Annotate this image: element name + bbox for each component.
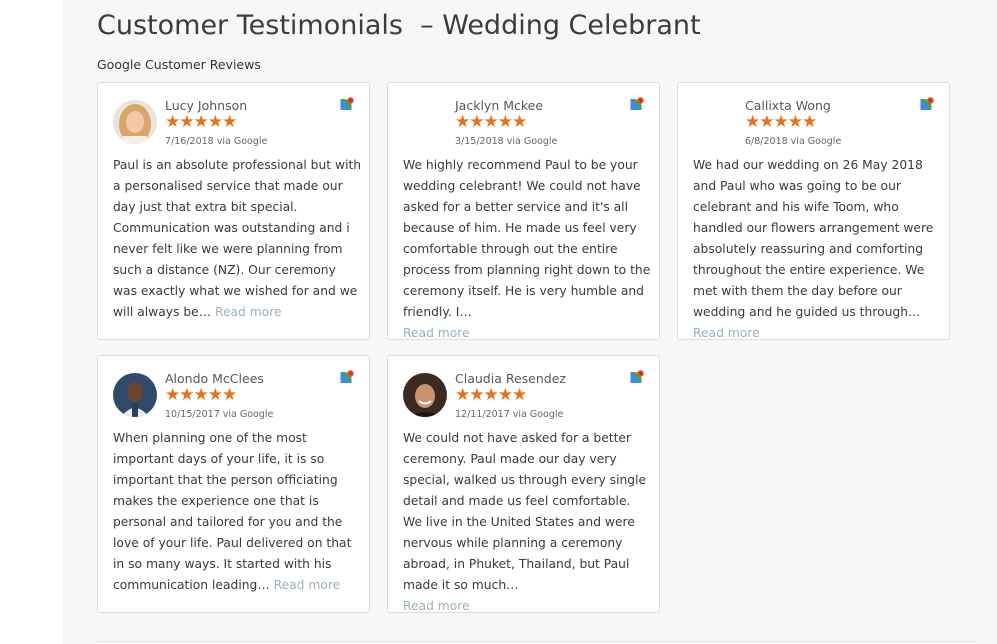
review-body: Paul is an absolute professional but wit…: [113, 158, 362, 319]
read-more-link[interactable]: Read more: [403, 323, 653, 344]
google-maps-icon[interactable]: [920, 97, 934, 111]
star-rating: ★★★★★: [455, 385, 527, 405]
google-maps-icon[interactable]: [340, 97, 354, 111]
review-card: Jacklyn Mckee ★★★★★ 3/15/2018 via Google…: [387, 82, 660, 340]
review-body: We could not have asked for a better cer…: [403, 431, 647, 592]
review-text: Paul is an absolute professional but wit…: [113, 155, 363, 323]
reviewer-name[interactable]: Lucy Johnson: [165, 98, 247, 113]
review-card: Callixta Wong ★★★★★ 6/8/2018 via Google …: [677, 82, 950, 340]
review-date: 7/16/2018 via Google: [165, 136, 268, 147]
review-body: We had our wedding on 26 May 2018 and Pa…: [693, 158, 934, 319]
page-title: Customer Testimonials – Wedding Celebran…: [97, 10, 701, 41]
section-divider: [97, 641, 977, 642]
review-date: 3/15/2018 via Google: [455, 136, 558, 147]
review-card: Alondo McClees ★★★★★ 10/15/2017 via Goog…: [97, 355, 370, 613]
review-card: Lucy Johnson ★★★★★ 7/16/2018 via Google …: [97, 82, 370, 340]
avatar[interactable]: [113, 100, 157, 144]
star-rating: ★★★★★: [165, 385, 237, 405]
google-maps-icon[interactable]: [340, 370, 354, 384]
review-text: We highly recommend Paul to be your wedd…: [403, 155, 653, 344]
avatar[interactable]: [113, 373, 157, 417]
read-more-link[interactable]: Read more: [274, 578, 341, 592]
read-more-link[interactable]: Read more: [693, 326, 760, 340]
google-maps-icon[interactable]: [630, 370, 644, 384]
review-card: Claudia Resendez ★★★★★ 12/11/2017 via Go…: [387, 355, 660, 613]
star-rating: ★★★★★: [745, 112, 817, 132]
reviewer-name[interactable]: Jacklyn Mckee: [455, 98, 543, 113]
review-date: 10/15/2017 via Google: [165, 409, 274, 420]
read-more-link[interactable]: Read more: [403, 596, 653, 617]
avatar[interactable]: [403, 373, 447, 417]
read-more-link[interactable]: Read more: [215, 305, 282, 319]
review-body: We highly recommend Paul to be your wedd…: [403, 158, 651, 319]
reviewer-name[interactable]: Callixta Wong: [745, 98, 831, 113]
review-text: We could not have asked for a better cer…: [403, 428, 653, 617]
review-date: 6/8/2018 via Google: [745, 136, 842, 147]
review-body: When planning one of the most important …: [113, 431, 352, 592]
star-rating: ★★★★★: [455, 112, 527, 132]
star-rating: ★★★★★: [165, 112, 237, 132]
review-text: We had our wedding on 26 May 2018 and Pa…: [693, 155, 943, 344]
google-maps-icon[interactable]: [630, 97, 644, 111]
reviewer-name[interactable]: Claudia Resendez: [455, 371, 566, 386]
review-text: When planning one of the most important …: [113, 428, 363, 596]
reviewer-name[interactable]: Alondo McClees: [165, 371, 264, 386]
page-subtitle: Google Customer Reviews: [97, 57, 261, 72]
review-date: 12/11/2017 via Google: [455, 409, 564, 420]
